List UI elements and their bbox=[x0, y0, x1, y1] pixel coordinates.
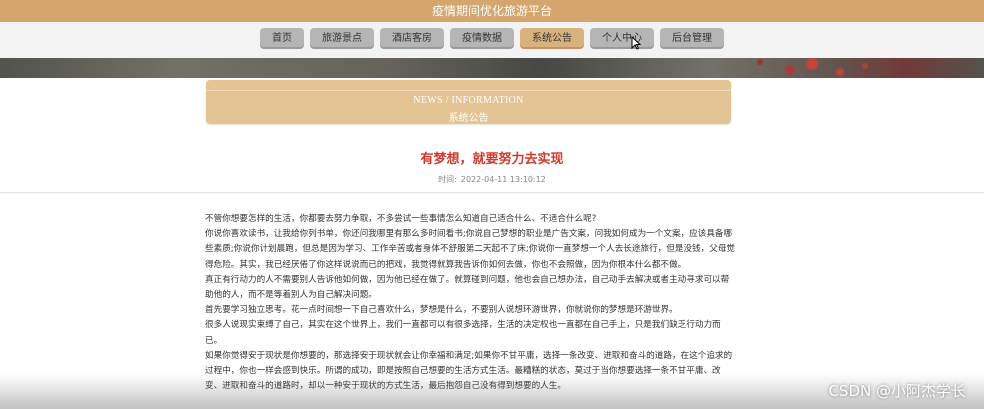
mouse-cursor-icon bbox=[631, 36, 641, 50]
paragraph: 不管你想要怎样的生活，你都要去努力争取，不多尝试一些事情怎么知道自己适合什么、不… bbox=[205, 214, 597, 224]
nav-personal-center[interactable]: 个人中心 bbox=[590, 28, 654, 49]
paragraph: 很多人说现实束缚了自己，其实在这个世界上，我们一直都可以有很多选择，生活的决定权… bbox=[205, 320, 721, 346]
section-header: NEWS / INFORMATION 系统公告 bbox=[206, 80, 731, 124]
banner-image bbox=[0, 58, 984, 78]
nav-admin[interactable]: 后台管理 bbox=[660, 28, 724, 49]
nav-home[interactable]: 首页 bbox=[260, 28, 304, 49]
paragraph: 你说你喜欢读书，让我给你列书单，你还问我哪里有那么多时间看书;你说自己梦想的职业… bbox=[205, 229, 736, 270]
paragraph: 真正有行动力的人不需要别人告诉他如何做，因为他已经在做了。就算碰到问题，他也会自… bbox=[205, 274, 730, 301]
watermark: CSDN @小阿杰学长 bbox=[828, 382, 966, 400]
nav-epidemic-data[interactable]: 疫情数据 bbox=[450, 28, 514, 49]
time-label: 时间: bbox=[438, 175, 457, 184]
nav-attractions[interactable]: 旅游景点 bbox=[310, 28, 374, 49]
app-title-bar: 疫情期间优化旅游平台 bbox=[0, 0, 984, 22]
banner-flowers-icon bbox=[0, 58, 984, 78]
nav-bar: 首页 旅游景点 酒店客房 疫情数据 系统公告 个人中心 后台管理 bbox=[0, 22, 984, 58]
article-body: 不管你想要怎样的生活，你都要去努力争取，不多尝试一些事情怎么知道自己适合什么、不… bbox=[205, 212, 735, 394]
nav-hotel-rooms[interactable]: 酒店客房 bbox=[380, 28, 444, 49]
section-title-cn: 系统公告 bbox=[448, 113, 489, 124]
app-title: 疫情期间优化旅游平台 bbox=[431, 4, 552, 18]
time-value: 2022-04-11 13:10:12 bbox=[460, 175, 546, 184]
content-divider bbox=[0, 192, 984, 193]
section-divider bbox=[206, 90, 731, 91]
article-title: 有梦想，就要努力去实现 bbox=[420, 152, 564, 167]
paragraph: 首先要学习独立思考。花一点时间想一下自己喜欢什么，梦想是什么，不要别人说想环游世… bbox=[205, 305, 678, 316]
section-title-en: NEWS / INFORMATION bbox=[413, 95, 524, 106]
main-nav: 首页 旅游景点 酒店客房 疫情数据 系统公告 个人中心 后台管理 bbox=[0, 28, 984, 50]
nav-announcements[interactable]: 系统公告 bbox=[520, 28, 584, 49]
article-time: 时间: 2022-04-11 13:10:12 bbox=[0, 174, 984, 185]
